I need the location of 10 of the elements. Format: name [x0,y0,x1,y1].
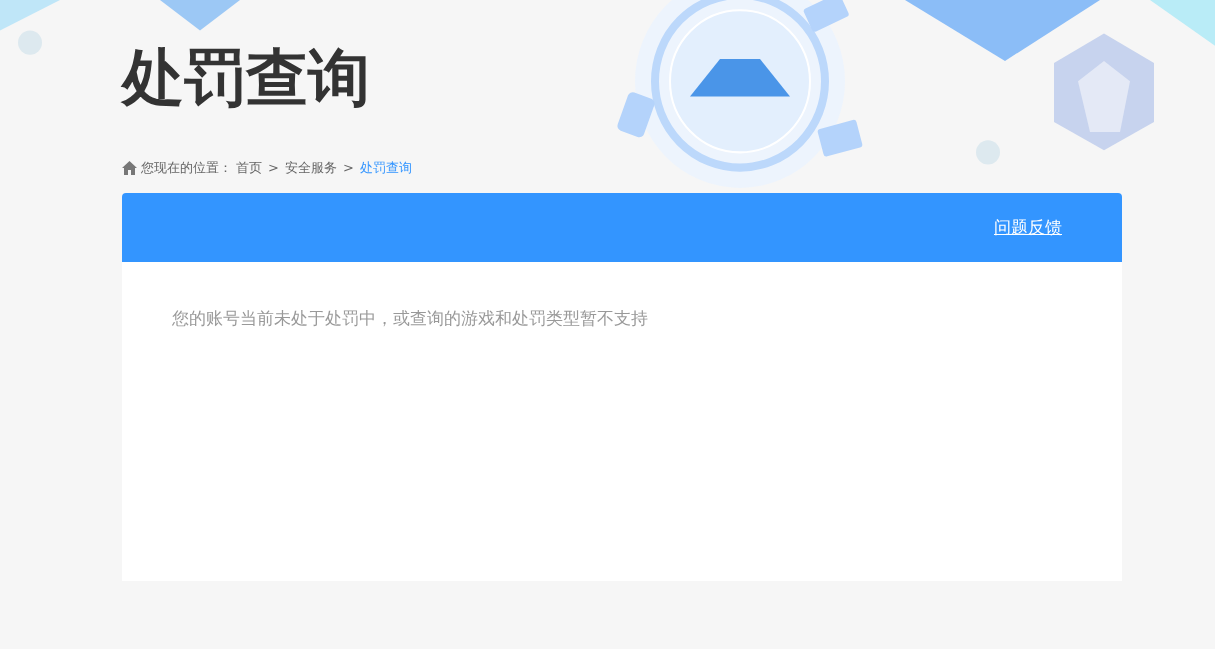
breadcrumb-prefix: 您现在的位置： [141,159,232,177]
page-title: 处罚查询 [122,40,370,116]
feedback-link[interactable]: 问题反馈 [994,214,1062,241]
breadcrumb-separator: > [268,159,279,177]
breadcrumb-link[interactable]: 首页 [236,158,262,178]
result-message: 您的账号当前未处于处罚中，或查询的游戏和处罚类型暂不支持 [172,307,648,330]
breadcrumb-link[interactable]: 安全服务 [284,158,337,178]
breadcrumb-separator: > [342,159,354,177]
home-icon [122,160,137,175]
breadcrumb-link[interactable]: 处罚查询 [359,158,412,178]
